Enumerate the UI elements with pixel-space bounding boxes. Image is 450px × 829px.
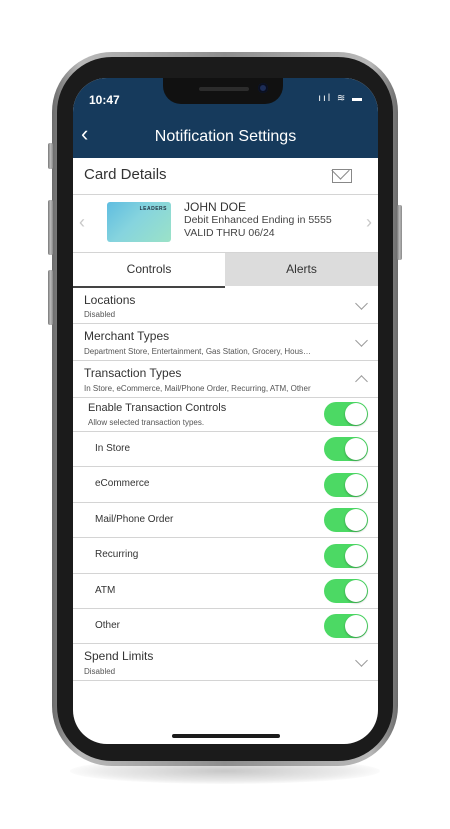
tab-alerts[interactable]: Alerts	[225, 253, 378, 286]
status-icons: ııl ≋ ▬	[318, 93, 364, 104]
transaction-types-label: Transaction Types	[84, 366, 182, 380]
toggle-knob	[345, 438, 367, 460]
transaction-type-label: eCommerce	[95, 478, 150, 489]
spend-limits-row[interactable]: Spend Limits Disabled	[73, 644, 378, 681]
ecommerce-toggle[interactable]	[324, 473, 368, 497]
spend-limits-status: Disabled	[84, 667, 116, 676]
card-valid-thru: VALID THRU 06/24	[184, 227, 275, 239]
recurring-toggle[interactable]	[324, 544, 368, 568]
tab-controls[interactable]: Controls	[73, 253, 225, 288]
chevron-down-icon	[355, 654, 368, 667]
toggle-knob	[345, 403, 367, 425]
toggle-knob	[345, 545, 367, 567]
toggle-knob	[345, 474, 367, 496]
phone-screen: 10:47 ııl ≋ ▬ ‹ Notification Settings Ca…	[73, 78, 378, 744]
page-title: Notification Settings	[154, 128, 297, 145]
tab-bar: Controls Alerts	[73, 253, 378, 288]
toggle-knob	[345, 615, 367, 637]
side-button-volume-down	[48, 270, 53, 325]
atm-toggle[interactable]	[324, 579, 368, 603]
chevron-down-icon	[355, 297, 368, 310]
card-details-title: Card Details	[84, 166, 167, 183]
locations-status: Disabled	[84, 310, 116, 319]
card-details-header: Card Details	[73, 158, 378, 195]
card-image: LEADERS	[107, 202, 171, 242]
transaction-type-label: Other	[95, 620, 121, 631]
chevron-down-icon	[355, 334, 368, 347]
side-button-volume-up	[48, 200, 53, 255]
enable-controls-label: Enable Transaction Controls	[88, 402, 227, 414]
chevron-left-icon[interactable]: ‹	[79, 212, 85, 233]
chevron-up-icon	[355, 375, 368, 388]
merchant-types-label: Merchant Types	[84, 329, 170, 343]
card-info: JOHN DOE Debit Enhanced Ending in 5555 V…	[184, 201, 332, 240]
transaction-types-row[interactable]: Transaction Types In Store, eCommerce, M…	[73, 361, 378, 398]
transaction-type-label: Mail/Phone Order	[95, 514, 174, 525]
card-logo: LEADERS	[139, 206, 167, 212]
camera-icon	[258, 83, 268, 93]
enable-controls-toggle[interactable]	[324, 402, 368, 426]
home-indicator[interactable]	[172, 734, 280, 738]
card-description: Debit Enhanced Ending in 5555	[184, 214, 332, 226]
transaction-type-label: ATM	[95, 585, 116, 596]
toggle-knob	[345, 580, 367, 602]
transaction-type-row: Mail/Phone Order	[73, 503, 378, 538]
locations-row[interactable]: Locations Disabled	[73, 288, 378, 324]
transaction-types-summary: In Store, eCommerce, Mail/Phone Order, R…	[84, 384, 311, 393]
transaction-type-row: ATM	[73, 574, 378, 609]
transaction-type-row: Recurring	[73, 538, 378, 574]
mail-phone-order-toggle[interactable]	[324, 508, 368, 532]
merchant-types-summary: Department Store, Entertainment, Gas Sta…	[84, 347, 312, 356]
toggle-knob	[345, 509, 367, 531]
side-button-power	[397, 205, 402, 260]
enable-controls-sub: Allow selected transaction types.	[88, 418, 205, 427]
side-button-mute	[48, 143, 53, 169]
locations-label: Locations	[84, 293, 136, 307]
status-time: 10:47	[89, 93, 120, 107]
transaction-type-row: eCommerce	[73, 467, 378, 503]
envelope-icon[interactable]	[332, 169, 352, 183]
chevron-right-icon[interactable]: ›	[366, 212, 372, 233]
other-toggle[interactable]	[324, 614, 368, 638]
spend-limits-label: Spend Limits	[84, 649, 154, 663]
merchant-types-row[interactable]: Merchant Types Department Store, Enterta…	[73, 324, 378, 361]
transaction-type-label: Recurring	[95, 549, 139, 560]
card-carousel: ‹ LEADERS JOHN DOE Debit Enhanced Ending…	[73, 194, 378, 253]
transaction-type-row: Other	[73, 609, 378, 644]
in-store-toggle[interactable]	[324, 437, 368, 461]
enable-controls-row: Enable Transaction Controls Allow select…	[73, 398, 378, 432]
transaction-type-row: In Store	[73, 432, 378, 467]
card-holder-name: JOHN DOE	[184, 200, 247, 214]
transaction-type-label: In Store	[95, 443, 131, 454]
speaker-grille	[199, 87, 249, 91]
